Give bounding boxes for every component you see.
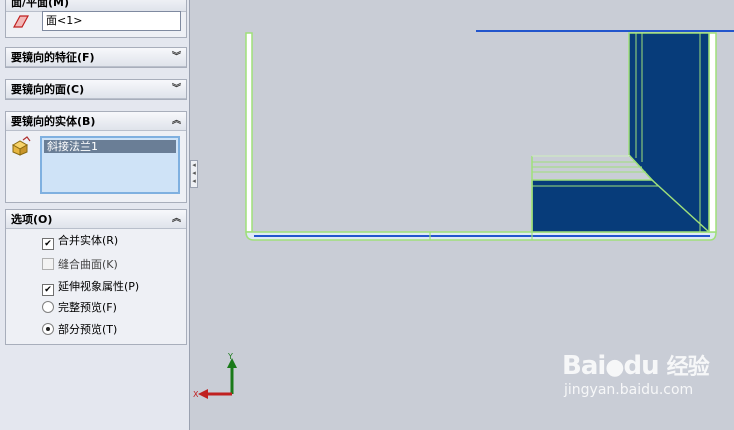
features-to-mirror-header[interactable]: 要镜向的特征(F) ︾ [6,48,186,67]
merge-bodies-checkbox[interactable]: ✔ [42,238,54,250]
property-manager-panel: 面/平面(M) 面<1> 要镜向的特征(F) ︾ 要镜向的面(C) ︾ 要镜向的… [0,0,190,430]
knit-surfaces-label: 缝合曲面(K) [58,258,118,271]
bodies-selection-list[interactable]: 斜接法兰1 [40,136,180,194]
triad-y-label: Y [227,352,233,361]
propagate-visual-checkbox[interactable]: ✔ [42,284,54,296]
chevron-down-icon[interactable]: ︾ [172,80,181,99]
bodies-to-mirror-group: 要镜向的实体(B) ︽ 斜接法兰1 [5,111,187,203]
chevron-down-icon[interactable]: ︾ [172,48,181,67]
options-title: 选项(O) [11,213,53,226]
faces-to-mirror-header[interactable]: 要镜向的面(C) ︾ [6,80,186,99]
mirror-plane-value: 面<1> [46,14,83,27]
knit-surfaces-option: 缝合曲面(K) [42,257,118,273]
propagate-visual-option[interactable]: ✔ 延伸视象属性(P) [42,279,140,296]
watermark-brand: Bai [562,351,606,381]
sheet-metal-model[interactable] [245,32,717,241]
watermark-brand-suffix: du [623,351,659,381]
features-to-mirror-group: 要镜向的特征(F) ︾ [5,47,187,68]
partial-preview-label: 部分预览(T) [58,323,118,336]
chevron-up-icon[interactable]: ︽ [172,112,181,131]
list-item[interactable]: 斜接法兰1 [44,140,176,153]
mirror-plane-selection-field[interactable]: 面<1> [42,11,181,31]
watermark-cn: 经验 [666,355,710,380]
partial-preview-option[interactable]: 部分预览(T) [42,322,117,338]
solid-body-icon [11,136,31,156]
propagate-visual-label: 延伸视象属性(P) [58,280,140,293]
mirror-plane-title: 面/平面(M) [11,0,70,9]
features-to-mirror-title: 要镜向的特征(F) [11,51,95,64]
baidu-watermark: Bai●du 经验 jingyan.baidu.com [562,351,710,398]
full-preview-radio[interactable] [42,301,54,313]
full-preview-label: 完整预览(F) [58,301,117,314]
partial-preview-radio[interactable] [42,323,54,335]
chevron-up-icon[interactable]: ︽ [172,210,181,229]
body-item-label: 斜接法兰1 [47,140,98,153]
faces-to-mirror-title: 要镜向的面(C) [11,83,85,96]
triad-x-label: X [193,390,199,399]
merge-bodies-label: 合并实体(R) [58,234,119,247]
paw-icon: ● [605,355,624,380]
mirror-plane-group: 面/平面(M) 面<1> [5,0,187,38]
plane-face-icon [12,15,30,28]
full-preview-option[interactable]: 完整预览(F) [42,300,117,316]
options-header[interactable]: 选项(O) ︽ [6,210,186,229]
options-group: 选项(O) ︽ ✔ 合并实体(R) 缝合曲面(K) ✔ 延伸视象属性(P) 完整预览… [5,209,187,345]
view-triad: Y X [193,352,237,399]
knit-surfaces-checkbox [42,258,54,270]
merge-bodies-option[interactable]: ✔ 合并实体(R) [42,233,119,250]
bodies-to-mirror-header[interactable]: 要镜向的实体(B) ︽ [6,112,186,131]
faces-to-mirror-group: 要镜向的面(C) ︾ [5,79,187,100]
bodies-to-mirror-title: 要镜向的实体(B) [11,115,96,128]
watermark-url: jingyan.baidu.com [564,382,694,398]
